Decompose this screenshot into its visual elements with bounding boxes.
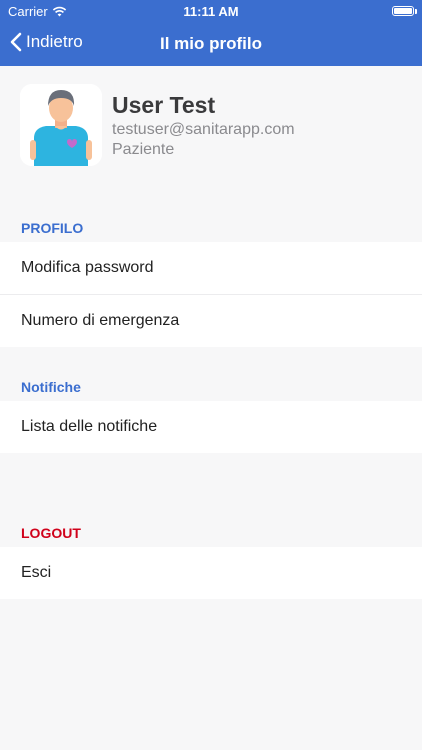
page-title: Il mio profilo (160, 34, 262, 53)
list-item-esci[interactable]: Esci (0, 547, 422, 599)
list-item-modifica-password[interactable]: Modifica password (0, 242, 422, 295)
status-bar: Carrier 11:11 AM (0, 0, 422, 22)
avatar (20, 84, 102, 166)
section-header-notifiche: Notifiche (21, 379, 81, 395)
profile-name: User Test (112, 92, 216, 118)
status-time: 11:11 AM (183, 4, 239, 19)
profile-info: User Test testuser@sanitarapp.com Pazien… (112, 84, 295, 159)
navigation-bar: Indietro Il mio profilo (0, 22, 422, 66)
user-avatar-icon (20, 84, 102, 166)
section-profilo: Modifica password Numero di emergenza (0, 242, 422, 347)
section-notifiche: Lista delle notifiche (0, 401, 422, 453)
profile-email: testuser@sanitarapp.com (112, 121, 295, 138)
list-item-lista-notifiche[interactable]: Lista delle notifiche (0, 401, 422, 453)
profile-role: Paziente (112, 141, 175, 158)
profile-card: User Test testuser@sanitarapp.com Pazien… (0, 66, 422, 166)
list-item-numero-emergenza[interactable]: Numero di emergenza (0, 295, 422, 347)
section-logout: Esci (0, 547, 422, 599)
battery-icon (392, 6, 417, 16)
section-header-profilo: PROFILO (21, 220, 84, 236)
section-header-logout: LOGOUT (21, 525, 81, 541)
top-bar: Carrier 11:11 AM Indietro Il mio profilo (0, 0, 422, 66)
